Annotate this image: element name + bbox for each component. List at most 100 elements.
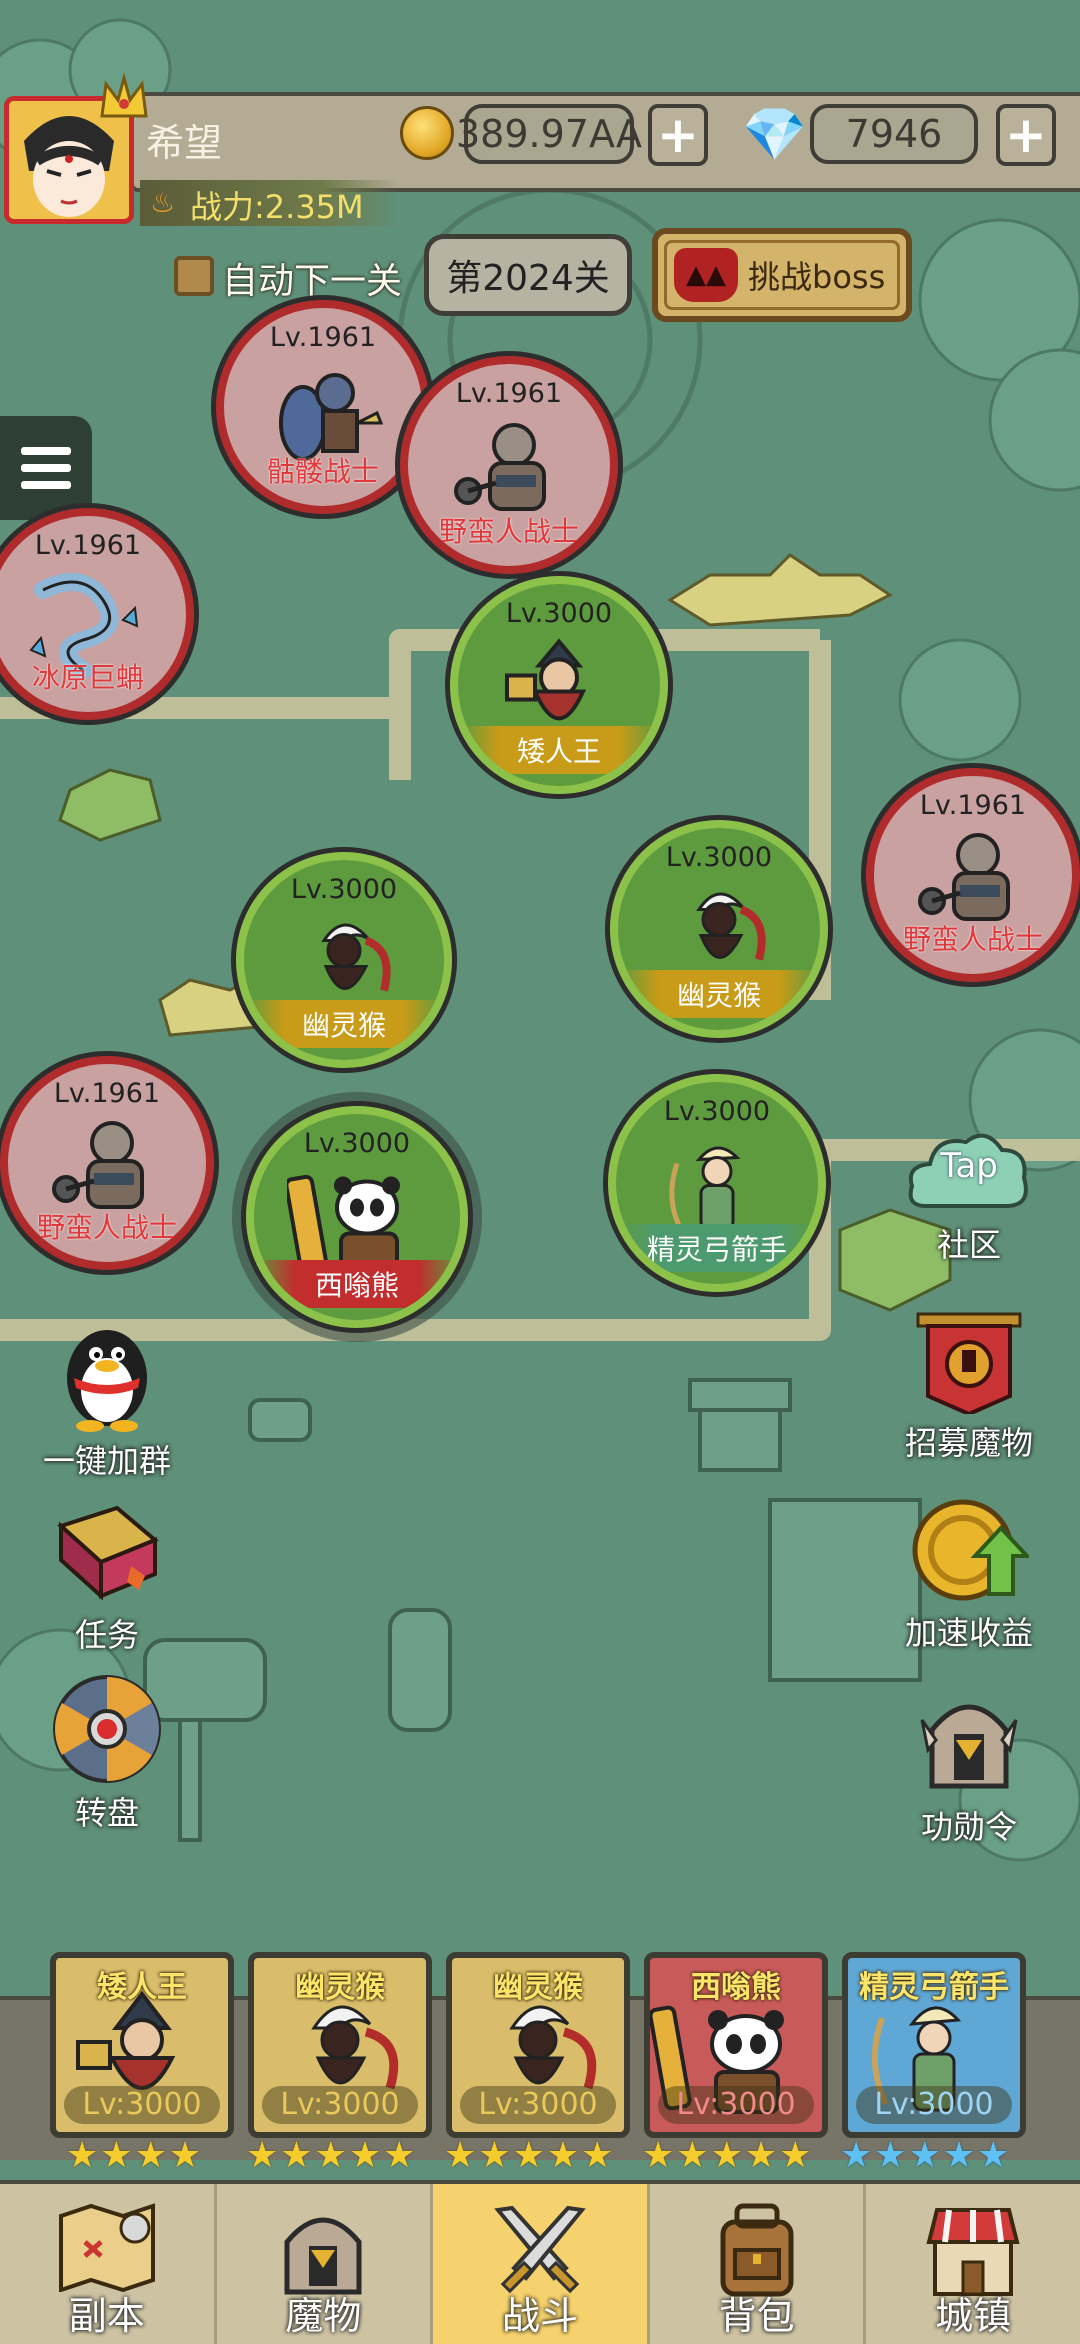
bottom-navigation: 副本 魔物 战斗 背包 城镇 (0, 2180, 1080, 2344)
ally-unit-elf-archer[interactable]: Lv.3000 精灵弓箭手 (608, 1074, 826, 1292)
add-gold-button[interactable]: + (648, 104, 708, 166)
star-icon: ★ (348, 2135, 382, 2176)
unit-name: 野蛮人战士 (36, 1211, 177, 1244)
team-unit-name: 精灵弓箭手 (859, 1970, 1009, 2005)
banner-icon (916, 1312, 1022, 1414)
star-icon: ★ (840, 2135, 873, 2176)
map-icon (58, 2203, 155, 2292)
star-icon: ★ (512, 2135, 545, 2176)
join-group-button[interactable]: 一键加群 (32, 1316, 182, 1482)
unit-name: 野蛮人战士 (438, 515, 579, 548)
star-icon: ★ (66, 2135, 99, 2176)
team-slot-1[interactable]: 矮人王 Lv:3000 (50, 1952, 234, 2138)
nav-label: 魔物 (285, 2294, 362, 2338)
star-icon: ★ (908, 2135, 941, 2176)
speed-up-income-button[interactable]: 加速收益 (894, 1494, 1044, 1654)
recruit-monster-button[interactable]: 招募魔物 (894, 1310, 1044, 1464)
unit-name: 幽灵猴 (618, 970, 820, 1018)
team-slot-4[interactable]: 西嗡熊 Lv:3000 (644, 1952, 828, 2138)
team-unit-level: Lv:3000 (460, 2086, 616, 2124)
unit-level: Lv.1961 (269, 322, 377, 353)
star-icon: ★ (280, 2135, 313, 2176)
star-icon: ★ (546, 2135, 580, 2176)
star-icon: ★ (100, 2135, 133, 2176)
team-unit-name: 幽灵猴 (295, 1970, 385, 2005)
ally-unit-dwarf-king[interactable]: Lv.3000 矮人王 (450, 576, 668, 794)
star-icon: ★ (977, 2135, 1010, 2176)
star-icon: ★ (383, 2135, 416, 2176)
gem-amount: 7946 (810, 104, 978, 164)
combat-power: 战力:2.35M (190, 188, 364, 226)
star-icon: ★ (134, 2135, 167, 2176)
enemy-unit-skeleton-warrior[interactable]: Lv.1961 骷髅战士 (216, 300, 430, 514)
unit-level: Lv.3000 (303, 1128, 411, 1159)
quest-button[interactable]: 任务 (32, 1496, 182, 1656)
unit-level: Lv.1961 (455, 378, 563, 409)
unit-level: Lv.3000 (505, 598, 613, 629)
boss-button-label: 挑战boss (748, 258, 886, 296)
gold-coin-icon (400, 106, 454, 160)
vip-crown-icon (100, 72, 148, 118)
side-action-label: 招募魔物 (904, 1424, 1033, 1462)
team-slot-1-stars: ★ ★ ★ ★ (66, 2138, 266, 2174)
lucky-wheel-button[interactable]: 转盘 (32, 1674, 182, 1834)
star-icon: ★ (444, 2135, 477, 2176)
ally-unit-panda[interactable]: Lv.3000 西嗡熊 (246, 1106, 468, 1328)
unit-level: Lv.3000 (663, 1096, 771, 1127)
star-icon: ★ (779, 2135, 812, 2176)
add-gem-button[interactable]: + (996, 104, 1056, 166)
unit-level: Lv.1961 (53, 1078, 161, 1109)
side-action-label: 任务 (74, 1616, 139, 1654)
penguin-icon (67, 1330, 147, 1432)
ally-unit-ghost-monkey-2[interactable]: Lv.3000 幽灵猴 (610, 820, 828, 1038)
quest-book-icon (57, 1505, 159, 1601)
crossed-swords-icon (494, 2205, 586, 2294)
boss-demon-icon: ▲▲ (674, 248, 738, 302)
nav-label: 背包 (718, 2294, 795, 2338)
enemy-unit-barbarian-warrior[interactable]: Lv.1961 野蛮人战士 (400, 356, 618, 574)
nav-town[interactable]: 城镇 (866, 2184, 1080, 2344)
gold-coin-icon (912, 1499, 1029, 1601)
star-icon: ★ (314, 2135, 347, 2176)
enemy-unit-barbarian-warrior-2[interactable]: Lv.1961 野蛮人战士 (866, 768, 1080, 982)
nav-label: 城镇 (935, 2294, 1012, 2338)
auto-next-label: 自动下一关 (222, 261, 403, 302)
team-unit-name: 西嗡熊 (691, 1970, 781, 2005)
challenge-boss-button[interactable]: ▲▲ 挑战boss (652, 228, 912, 322)
tap-badge: Tap (940, 1146, 998, 1186)
enemy-unit-barbarian-warrior-3[interactable]: Lv.1961 野蛮人战士 (0, 1056, 214, 1270)
unit-level: Lv.1961 (34, 530, 142, 561)
auto-next-checkbox[interactable] (174, 256, 214, 296)
unit-name: 骷髅战士 (266, 455, 379, 488)
nav-label: 战斗 (501, 2294, 578, 2338)
nav-backpack[interactable]: 背包 (650, 2184, 867, 2344)
team-unit-name: 幽灵猴 (493, 1970, 583, 2005)
team-slot-2[interactable]: 幽灵猴 Lv:3000 (248, 1952, 432, 2138)
star-icon: ★ (642, 2135, 675, 2176)
side-action-label: 社区 (936, 1226, 1001, 1264)
monster-helmet-icon (284, 2217, 362, 2295)
unit-level: Lv.1961 (919, 790, 1027, 821)
side-menu-button[interactable] (0, 416, 92, 520)
community-button[interactable]: Tap 社区 (894, 1126, 1044, 1266)
unit-name: 冰原巨蚺 (31, 661, 144, 694)
star-icon: ★ (168, 2135, 202, 2176)
unit-name: 精灵弓箭手 (616, 1224, 818, 1272)
team-slot-3[interactable]: 幽灵猴 Lv:3000 (446, 1952, 630, 2138)
enemy-unit-ice-python[interactable]: Lv.1961 冰原巨蚺 (0, 508, 194, 720)
team-slot-5-stars: ★ ★ ★ ★ ★ (840, 2138, 1040, 2174)
ally-unit-ghost-monkey[interactable]: Lv.3000 幽灵猴 (236, 852, 452, 1068)
star-icon: ★ (744, 2135, 778, 2176)
nav-battle[interactable]: 战斗 (433, 2184, 650, 2344)
star-icon: ★ (676, 2135, 709, 2176)
nav-label: 副本 (68, 2294, 145, 2338)
team-unit-name: 矮人王 (97, 1970, 187, 2005)
unit-level: Lv.3000 (290, 874, 398, 905)
team-slot-4-stars: ★ ★ ★ ★ ★ (642, 2138, 842, 2174)
nav-dungeon[interactable]: 副本 (0, 2184, 217, 2344)
nav-monsters[interactable]: 魔物 (217, 2184, 434, 2344)
backpack-icon (720, 2203, 794, 2297)
unit-level: Lv.3000 (665, 842, 773, 873)
merit-order-button[interactable]: 功勋令 (894, 1690, 1044, 1848)
team-slot-5[interactable]: 精灵弓箭手 Lv:3000 (842, 1952, 1026, 2138)
